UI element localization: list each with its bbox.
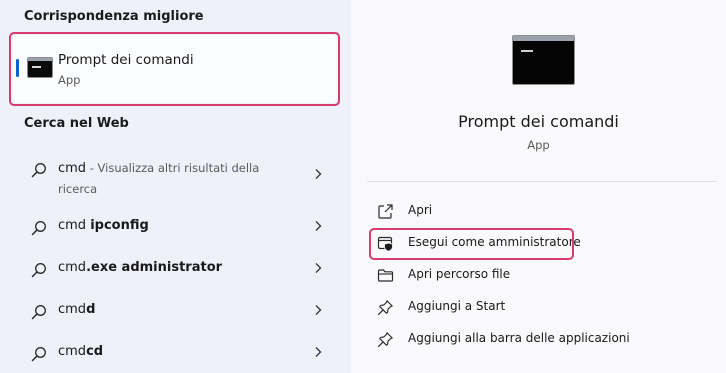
web-result-completion: ipconfig [90,218,149,233]
action-label: Apri [408,203,433,217]
action-open[interactable]: Apri [377,201,577,221]
action-label: Aggiungi a Start [408,299,506,313]
search-icon [31,221,46,236]
app-details-panel: Prompt dei comandi App Apri Esegui come … [351,0,726,373]
search-icon [31,163,46,178]
best-match-heading: Corrispondenza migliore [24,9,204,24]
action-pin-to-start[interactable]: Aggiungi a Start [377,297,577,317]
chevron-right-icon [315,221,322,231]
action-pin-to-taskbar[interactable]: Aggiungi alla barra delle applicazioni [377,329,677,349]
web-result-query: cmd [58,260,87,275]
web-result-item[interactable]: cmd ipconfig [24,216,334,236]
pin-icon [378,332,393,347]
web-search-heading: Cerca nel Web [24,116,129,131]
web-result-completion: cd [86,344,104,359]
web-result-hint-continued: ricerca [58,182,98,196]
chevron-right-icon [315,169,322,179]
web-result-item[interactable]: cmdd [24,300,334,320]
divider [367,181,717,182]
web-result-query: cmd [58,302,87,317]
app-subtitle: App [527,138,550,152]
web-result-query: cmd [58,218,91,233]
command-prompt-icon [27,57,53,78]
search-icon [31,305,46,320]
web-result-item[interactable]: cmd.exe administrator [24,258,334,278]
action-open-file-location[interactable]: Apri percorso file [377,265,577,285]
search-icon [31,263,46,278]
web-result-text: cmd - Visualizza altri risultati della r… [58,158,259,200]
chevron-right-icon [315,347,322,357]
web-result-item[interactable]: cmd - Visualizza altri risultati della r… [24,158,334,196]
action-label: Apri percorso file [408,267,511,281]
pin-icon [378,300,393,315]
web-result-query: cmd [58,161,87,176]
web-result-text: cmdcd [58,342,103,362]
web-result-hint: - Visualizza altri risultati della [86,161,260,175]
search-icon [31,347,46,362]
command-prompt-large-icon [512,35,575,85]
web-result-text: cmd ipconfig [58,216,149,236]
folder-icon [377,269,394,282]
web-result-text: cmdd [58,300,95,320]
selection-indicator [16,59,19,77]
chevron-right-icon [315,305,322,315]
action-label: Esegui come amministratore [408,235,581,249]
open-external-icon [378,204,393,219]
chevron-right-icon [315,263,322,273]
action-label: Aggiungi alla barra delle applicazioni [408,331,630,345]
best-match-name: Prompt dei comandi [58,52,194,68]
search-results-panel: Corrispondenza migliore Prompt dei coman… [0,0,351,373]
web-result-item[interactable]: cmdcd [24,342,334,362]
run-as-admin-shield-icon [377,236,393,252]
best-match-type: App [58,73,81,87]
app-title: Prompt dei comandi [458,112,619,131]
web-result-completion: .exe administrator [86,260,223,275]
action-run-as-admin[interactable]: Esegui come amministratore [377,233,581,253]
web-result-query: cmd [58,344,87,359]
web-result-completion: d [86,302,96,317]
best-match-item[interactable]: Prompt dei comandi App [12,35,338,103]
web-result-text: cmd.exe administrator [58,258,222,278]
